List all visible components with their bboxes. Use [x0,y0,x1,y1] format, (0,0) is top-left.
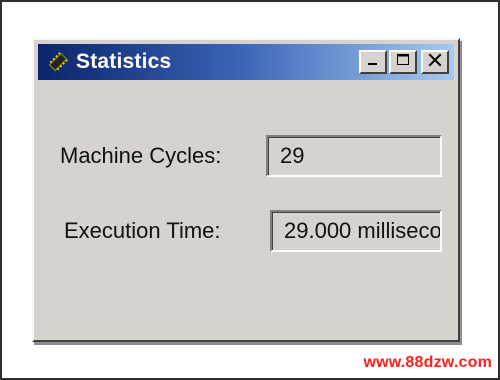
maximize-button[interactable] [389,50,417,74]
maximize-icon [395,52,411,73]
watermark-text: www.88dzw.com [363,354,492,371]
minimize-button[interactable] [359,50,387,74]
title-bar[interactable]: Statistics [38,44,454,80]
minimize-icon [365,52,381,73]
machine-cycles-label: Machine Cycles: [60,143,222,168]
machine-cycles-value[interactable]: 29 [266,135,442,177]
machine-cycles-row: Machine Cycles: 29 [60,135,442,177]
statistics-window: Statistics Machine Cycles: 29 Execution … [32,38,460,342]
chip-icon [44,48,72,76]
close-icon [427,52,443,73]
execution-time-value[interactable]: 29.000 milliseco [270,210,442,252]
execution-time-label: Execution Time: [64,218,221,243]
close-button[interactable] [421,50,449,74]
execution-time-row: Execution Time: 29.000 milliseco [60,210,442,252]
window-controls [359,50,449,74]
window-title: Statistics [76,50,172,73]
